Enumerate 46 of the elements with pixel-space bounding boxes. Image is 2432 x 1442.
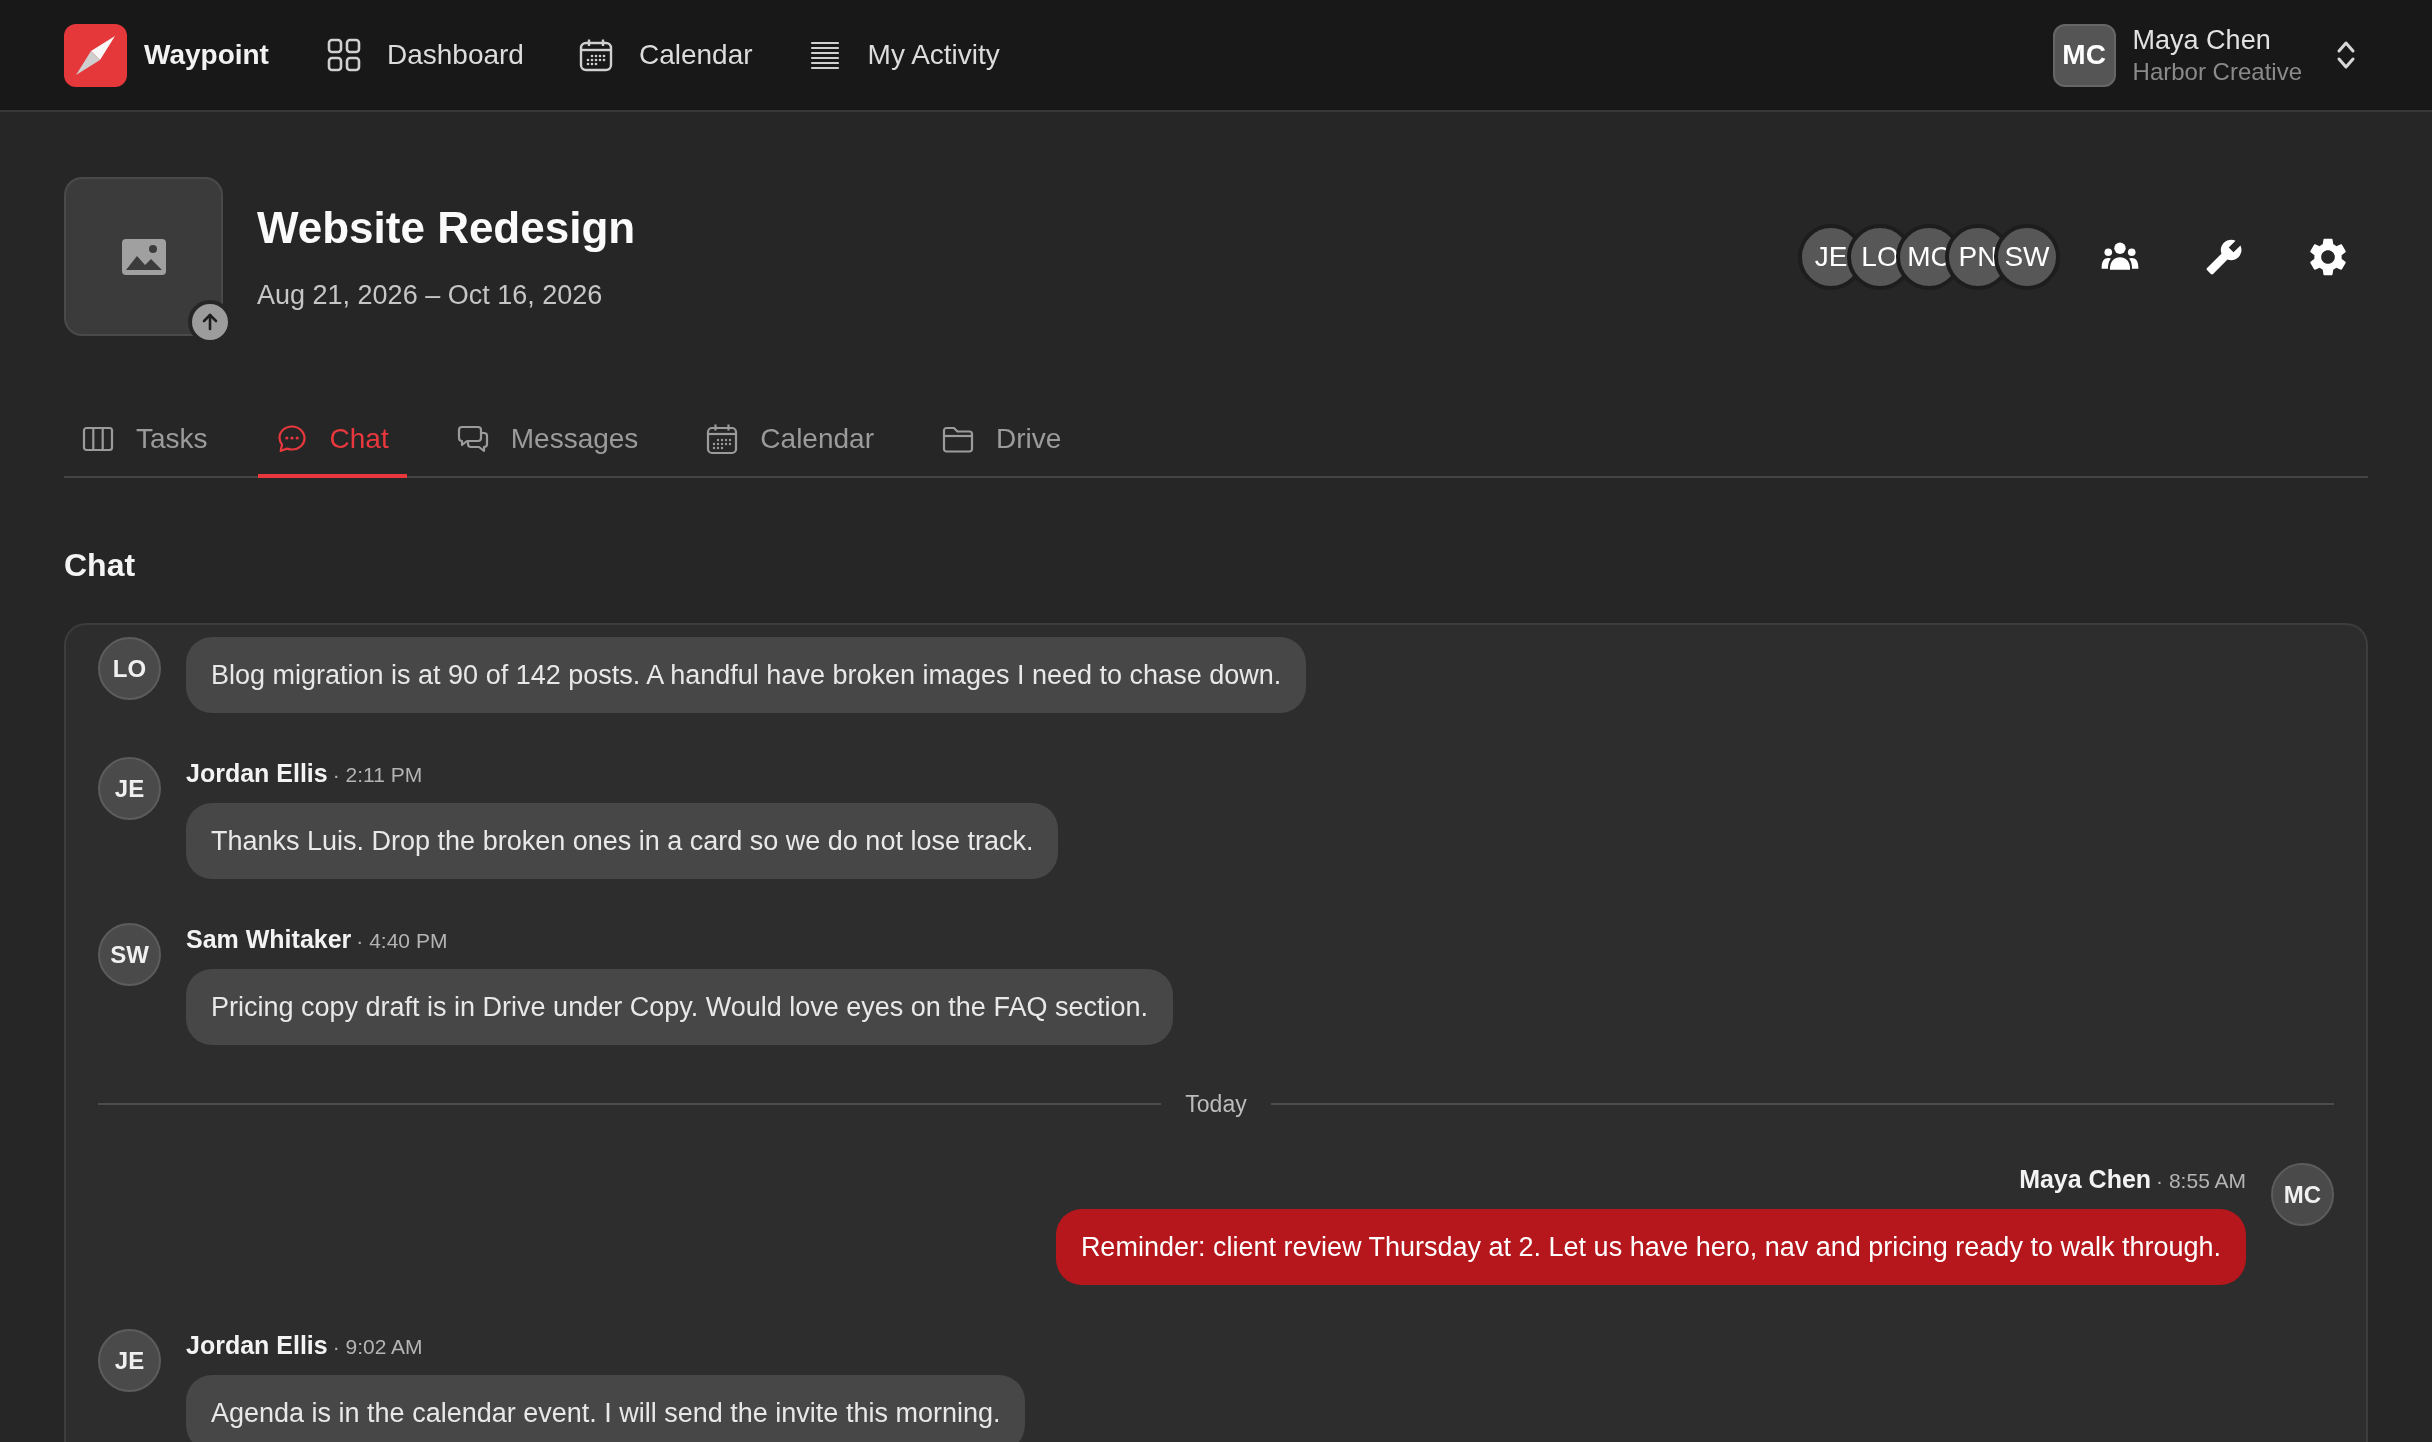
tab[interactable]: Drive	[924, 400, 1080, 478]
date-divider-label: Today	[1185, 1090, 1247, 1118]
message-bubble: Pricing copy draft is in Drive under Copy. Would love eyes on the FAQ section.	[186, 969, 1173, 1045]
project-title: Website Redesign	[257, 202, 636, 254]
author-name: Jordan Ellis	[186, 1330, 328, 1361]
arrow-up-icon	[200, 312, 220, 332]
calendar-icon	[578, 38, 613, 72]
user-avatar: JE	[98, 1329, 161, 1392]
grid-icon	[326, 38, 361, 72]
settings-icon	[2309, 237, 2347, 276]
author-name: Sam Whitaker	[186, 924, 352, 955]
author-name: Jordan Ellis	[186, 758, 328, 789]
speech-bubbles-icon	[456, 423, 489, 455]
message-bubble: Blog migration is at 90 of 142 posts. A handful have broken images I need to chase down.	[186, 637, 1307, 713]
message-bubble: Thanks Luis. Drop the broken ones in a card so we do not lose track.	[186, 803, 1059, 879]
message-bubble: Agenda is in the calendar event. I will send the invite this morning.	[186, 1375, 1026, 1442]
tab[interactable]: Tasks	[64, 400, 226, 478]
message-time: · 9:02 AM	[332, 1334, 423, 1360]
message-bubble: Reminder: client review Thursday at 2. Let us have hero, nav and pricing ready to walk through.	[1055, 1209, 2246, 1285]
image-icon	[121, 238, 166, 275]
wrench-icon	[2205, 237, 2243, 276]
user-avatar: MC	[2271, 1163, 2334, 1226]
tab[interactable]: Calendar	[688, 400, 892, 478]
message-time: · 4:40 PM	[356, 928, 448, 954]
tab[interactable]: Messages	[438, 400, 657, 478]
user-avatar: MC	[2052, 23, 2116, 87]
project-dates: Aug 21, 2026 – Oct 16, 2026	[257, 279, 604, 312]
message-time: · 8:55 AM	[2156, 1168, 2246, 1194]
calendar-icon	[706, 423, 739, 455]
user-avatar: LO	[98, 637, 161, 700]
compass-logo-icon	[64, 23, 127, 87]
nav-link[interactable]: Calendar	[578, 38, 753, 72]
author-name: Maya Chen	[2019, 1164, 2152, 1195]
nav-link[interactable]: Dashboard	[326, 38, 524, 72]
user-avatar: SW	[98, 923, 161, 986]
account-switcher-button[interactable]	[2336, 39, 2356, 71]
user-name: Maya Chen	[2132, 24, 2272, 57]
user-avatar: JE	[98, 757, 161, 820]
chat-bubble-icon	[275, 423, 308, 455]
chevron-up-down-icon	[2336, 39, 2356, 71]
brand-link[interactable]: Waypoint	[64, 23, 269, 87]
nav-link[interactable]: My Activity	[807, 38, 1000, 72]
message-time: · 2:11 PM	[332, 762, 423, 788]
tab[interactable]: Chat	[257, 400, 407, 478]
organization-name: Harbor Creative	[2132, 57, 2302, 87]
section-title: Chat	[64, 546, 137, 584]
